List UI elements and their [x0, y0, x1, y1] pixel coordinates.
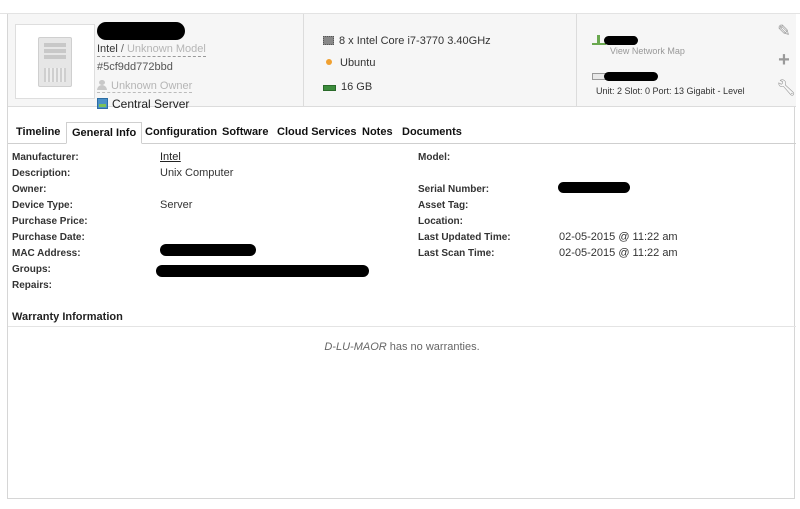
- tab-documents[interactable]: Documents: [398, 122, 466, 144]
- divider: [8, 326, 796, 327]
- ram-spec: 16 GB: [323, 81, 372, 93]
- device-thumbnail: [15, 24, 95, 99]
- pencil-icon[interactable]: ✎: [776, 24, 792, 40]
- owner-label: Owner:: [12, 184, 47, 195]
- ubuntu-icon: [326, 59, 332, 65]
- last-updated-label: Last Updated Time:: [418, 232, 511, 243]
- tab-configuration[interactable]: Configuration: [141, 122, 221, 144]
- device-identity: Intel / Unknown Model #5cf9dd772bbd Unkn…: [97, 14, 304, 111]
- asset-tag-label: Asset Tag:: [418, 200, 469, 211]
- warranty-text: has no warranties.: [386, 341, 480, 353]
- wrench-icon[interactable]: 🔧︎: [776, 81, 796, 97]
- device-type-label: Device Type:: [12, 200, 73, 211]
- memory-icon: [323, 85, 336, 91]
- manufacturer-label: Manufacturer:: [12, 152, 79, 163]
- tab-cloud-services[interactable]: Cloud Services: [273, 122, 360, 144]
- device-name: D-LU-MAOR: [324, 341, 387, 353]
- redacted-serial-number: [558, 182, 630, 193]
- purchase-price-label: Purchase Price:: [12, 216, 88, 227]
- os-label: Ubuntu: [340, 57, 376, 69]
- user-icon: [97, 80, 107, 90]
- mac-address-label: MAC Address:: [12, 248, 81, 259]
- redacted-port-name: [604, 72, 658, 81]
- owner-placeholder: Unknown Owner: [111, 80, 193, 92]
- ram-label: 16 GB: [341, 81, 373, 93]
- owner-field[interactable]: Unknown Owner: [97, 80, 193, 93]
- warranty-message: D-LU-MAOR has no warranties.: [8, 341, 796, 353]
- view-network-map-link[interactable]: View Network Map: [610, 46, 685, 56]
- separator: /: [120, 43, 124, 55]
- tab-timeline[interactable]: Timeline: [12, 122, 64, 144]
- tab-notes[interactable]: Notes: [358, 122, 397, 144]
- redacted-device-name: [97, 22, 185, 40]
- top-strip: [0, 0, 800, 14]
- last-updated-value: 02-05-2015 @ 11:22 am: [559, 231, 678, 243]
- last-scan-label: Last Scan Time:: [418, 248, 495, 259]
- hardware-specs: 8 x Intel Core i7-3770 3.40GHz Ubuntu 16…: [305, 14, 577, 107]
- model-label: Model:: [418, 152, 451, 163]
- repairs-label: Repairs:: [12, 280, 53, 291]
- last-scan-value: 02-05-2015 @ 11:22 am: [559, 247, 678, 259]
- manufacturer-model[interactable]: Intel / Unknown Model: [97, 43, 206, 57]
- port-info: Unit: 2 Slot: 0 Port: 13 Gigabit - Level: [596, 86, 745, 96]
- description-value: Unix Computer: [160, 167, 234, 179]
- description-label: Description:: [12, 168, 71, 179]
- network-info: View Network Map Unit: 2 Slot: 0 Port: 1…: [578, 14, 796, 107]
- redacted-groups: [156, 265, 369, 277]
- os-spec: Ubuntu: [323, 57, 375, 69]
- cpu-label: 8 x Intel Core i7-3770 3.40GHz: [339, 35, 491, 47]
- purchase-date-label: Purchase Date:: [12, 232, 85, 243]
- server-tower-icon: [38, 37, 72, 87]
- redacted-mac-address: [160, 244, 256, 256]
- manufacturer-link[interactable]: Intel: [160, 151, 181, 163]
- device-header: Intel / Unknown Model #5cf9dd772bbd Unkn…: [8, 14, 796, 111]
- warranty-title: Warranty Information: [12, 311, 123, 323]
- serial-number-label: Serial Number:: [418, 184, 490, 195]
- device-panel: Intel / Unknown Model #5cf9dd772bbd Unkn…: [7, 14, 796, 499]
- location-label: Location:: [418, 216, 463, 227]
- cpu-icon: [323, 36, 334, 45]
- model-placeholder: Unknown Model: [126, 43, 206, 55]
- groups-label: Groups:: [12, 264, 51, 275]
- manufacturer-label: Intel: [97, 43, 118, 55]
- tab-general-info[interactable]: General Info: [66, 122, 143, 144]
- device-id-hash: #5cf9dd772bbd: [97, 61, 173, 73]
- device-type-value: Server: [160, 199, 193, 211]
- cpu-spec: 8 x Intel Core i7-3770 3.40GHz: [323, 35, 491, 47]
- tab-bar: Timeline General Info Configuration Soft…: [8, 108, 796, 144]
- redacted-switch-name: [604, 36, 638, 45]
- tab-software[interactable]: Software: [218, 122, 272, 144]
- plus-icon[interactable]: +: [776, 50, 792, 70]
